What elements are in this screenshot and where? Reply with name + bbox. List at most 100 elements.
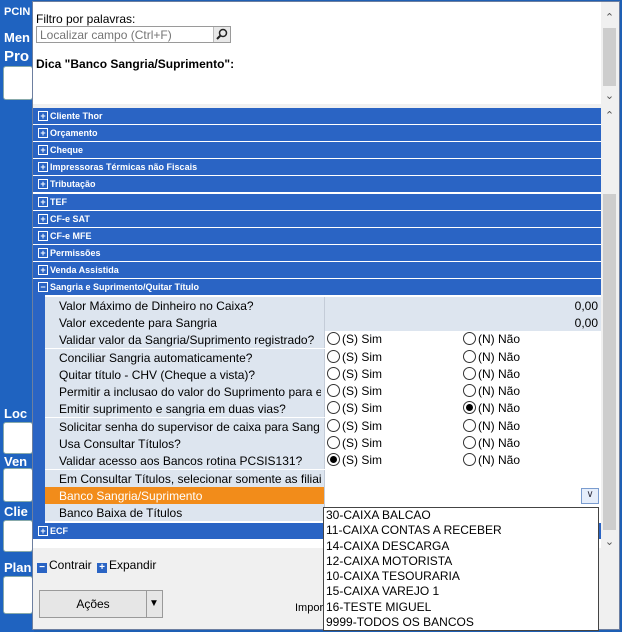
radio-option-sim[interactable]: (S) Sim: [327, 436, 382, 451]
property-value-cell[interactable]: 0,00: [324, 296, 601, 314]
tree-category-8[interactable]: + Permissões: [33, 244, 601, 261]
property-value-cell[interactable]: (S) Sim (N) Não: [324, 417, 601, 435]
radio-option-nao[interactable]: (N) Não: [463, 332, 520, 347]
expand-icon[interactable]: +: [38, 230, 48, 241]
radio-option-sim[interactable]: (S) Sim: [327, 418, 382, 434]
expand-icon[interactable]: +: [38, 525, 48, 536]
radio-option-nao[interactable]: (N) Não: [463, 366, 520, 382]
property-row[interactable]: Conciliar Sangria automaticamente? (S) Si…: [45, 348, 601, 366]
property-row[interactable]: Permitir a inclusao do valor do Suprimen…: [45, 383, 601, 401]
property-value-cell[interactable]: [324, 469, 601, 487]
property-value-cell[interactable]: (S) Sim (N) Não: [324, 383, 601, 401]
actions-button[interactable]: Ações ▼: [39, 590, 163, 618]
scroll-thumb[interactable]: [603, 28, 616, 86]
bank-dropdown-list[interactable]: 30-CAIXA BALCAO 11-CAIXA CONTAS A RECEBER…: [323, 507, 599, 631]
radio-option-sim[interactable]: (S) Sim: [327, 453, 382, 468]
radio-option-nao[interactable]: (N) Não: [463, 453, 520, 468]
tree-category-3[interactable]: + Impressoras Térmicas não Fiscais: [33, 159, 601, 176]
radio-button[interactable]: [463, 453, 476, 467]
radio-button[interactable]: [463, 418, 476, 432]
property-row[interactable]: Valor Máximo de Dinheiro no Caixa? 0,00: [45, 296, 601, 314]
expand-icon[interactable]: +: [38, 179, 48, 190]
scroll-up-icon[interactable]: ⌃: [601, 10, 618, 27]
property-value-cell[interactable]: (S) Sim (N) Não: [324, 331, 601, 349]
radio-button[interactable]: [327, 436, 340, 449]
radio-button[interactable]: [327, 418, 340, 432]
radio-option-sim[interactable]: (S) Sim: [327, 349, 382, 365]
tree-category-2[interactable]: + Cheque: [33, 142, 601, 159]
import-button[interactable]: Impor: [295, 602, 323, 614]
radio-button[interactable]: [463, 366, 476, 380]
radio-button[interactable]: [463, 332, 476, 346]
bank-combo-box[interactable]: ∨: [324, 486, 601, 504]
tree-category-7[interactable]: + CF-e MFE: [33, 227, 601, 244]
property-value[interactable]: 0,00: [575, 299, 598, 313]
property-value-cell[interactable]: (S) Sim (N) Não: [324, 452, 601, 470]
collapse-icon[interactable]: −: [38, 282, 48, 292]
expand-icon[interactable]: +: [38, 247, 48, 258]
dropdown-option[interactable]: 12-CAIXA MOTORISTA: [324, 554, 598, 569]
radio-button[interactable]: [463, 349, 476, 363]
expand-icon[interactable]: +: [38, 162, 48, 173]
property-row[interactable]: Validar valor da Sangria/Suprimento regi…: [45, 331, 601, 349]
scroll-down-icon[interactable]: ⌄: [601, 88, 618, 105]
property-row[interactable]: Solicitar senha do supervisor de caixa p…: [45, 417, 601, 435]
scroll-down-icon[interactable]: ⌄: [601, 534, 618, 551]
dropdown-option[interactable]: 11-CAIXA CONTAS A RECEBER: [324, 523, 598, 538]
property-row[interactable]: Quitar título - CHV (Cheque a vista)? (S)…: [45, 365, 601, 383]
property-row[interactable]: Banco Sangria/Suprimento ∨: [45, 486, 601, 504]
radio-option-sim[interactable]: (S) Sim: [327, 332, 382, 347]
dropdown-option[interactable]: 16-TESTE MIGUEL: [324, 600, 598, 615]
expand-icon[interactable]: +: [38, 213, 48, 224]
property-row[interactable]: Emitir suprimento e sangria em duas vias…: [45, 400, 601, 418]
tree-category-4[interactable]: + Tributação: [33, 176, 601, 193]
property-row[interactable]: Usa Consultar Títulos? (S) Sim (N) Não: [45, 435, 601, 452]
radio-option-sim[interactable]: (S) Sim: [327, 384, 382, 399]
scroll-up-icon[interactable]: ⌃: [601, 108, 618, 125]
dropdown-arrow-icon[interactable]: ▼: [146, 591, 162, 617]
tree-category-6[interactable]: + CF-e SAT: [33, 210, 601, 227]
expand-icon[interactable]: +: [38, 196, 48, 207]
property-value-cell[interactable]: (S) Sim (N) Não: [324, 435, 601, 452]
radio-option-nao[interactable]: (N) Não: [463, 401, 520, 416]
dropdown-option[interactable]: 10-CAIXA TESOURARIA: [324, 569, 598, 584]
expand-icon[interactable]: +: [38, 128, 48, 139]
tree-category-9[interactable]: + Venda Assistida: [33, 261, 601, 278]
radio-button[interactable]: [463, 436, 476, 449]
tree-category-1[interactable]: + Orçamento: [33, 125, 601, 142]
expand-icon[interactable]: +: [38, 145, 48, 156]
radio-option-nao[interactable]: (N) Não: [463, 349, 520, 365]
radio-button[interactable]: [327, 453, 340, 467]
chevron-down-icon[interactable]: ∨: [581, 487, 599, 504]
tree-scrollbar[interactable]: ⌃ ⌄: [601, 108, 618, 548]
property-row[interactable]: Valor excedente para Sangria 0,00: [45, 313, 601, 331]
dropdown-option[interactable]: 9999-TODOS OS BANCOS: [324, 615, 598, 630]
radio-option-nao[interactable]: (N) Não: [463, 384, 520, 399]
dropdown-option[interactable]: 30-CAIXA BALCAO: [324, 508, 598, 523]
radio-button[interactable]: [463, 384, 476, 398]
hint-scrollbar[interactable]: ⌃ ⌄: [601, 2, 618, 104]
expand-all-button[interactable]: + Expandir: [97, 558, 156, 573]
search-input[interactable]: [37, 27, 212, 42]
expand-icon[interactable]: +: [38, 111, 48, 121]
radio-option-sim[interactable]: (S) Sim: [327, 366, 382, 382]
dropdown-option[interactable]: 15-CAIXA VAREJO 1: [324, 584, 598, 599]
dropdown-option[interactable]: 14-CAIXA DESCARGA: [324, 539, 598, 554]
tree-category-10[interactable]: − Sangria e Suprimento/Quitar Título: [33, 279, 601, 295]
property-value-cell[interactable]: (S) Sim (N) Não: [324, 400, 601, 418]
radio-button[interactable]: [327, 349, 340, 363]
radio-button[interactable]: [327, 366, 340, 380]
radio-button[interactable]: [327, 401, 340, 415]
search-button[interactable]: [213, 27, 230, 42]
property-value[interactable]: 0,00: [575, 316, 598, 330]
expand-icon[interactable]: +: [38, 264, 48, 275]
radio-button[interactable]: [327, 384, 340, 398]
radio-option-nao[interactable]: (N) Não: [463, 436, 520, 451]
tree-category-0[interactable]: + Cliente Thor: [33, 108, 601, 124]
property-value-cell[interactable]: (S) Sim (N) Não: [324, 365, 601, 383]
radio-button[interactable]: [327, 332, 340, 346]
property-value-cell[interactable]: 0,00: [324, 313, 601, 331]
property-value-cell[interactable]: (S) Sim (N) Não: [324, 348, 601, 366]
property-row[interactable]: Validar acesso aos Bancos rotina PCSIS13…: [45, 452, 601, 470]
scroll-thumb[interactable]: [603, 194, 616, 530]
